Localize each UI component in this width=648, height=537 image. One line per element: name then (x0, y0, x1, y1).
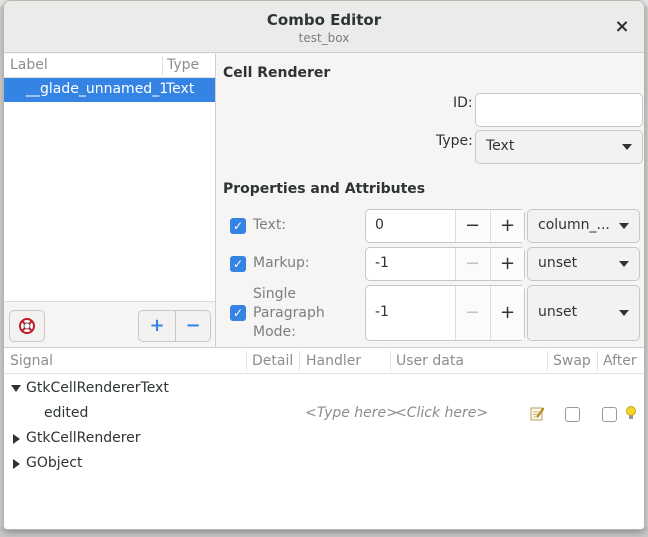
column-header-after[interactable]: After (603, 353, 637, 369)
column-separator (597, 351, 598, 371)
markup-increment-button[interactable]: + (490, 248, 524, 280)
list-header: Label Type (4, 54, 215, 78)
minus-icon: − (185, 315, 201, 336)
single-paragraph-checkbox[interactable]: ✓ (230, 305, 246, 321)
single-paragraph-decrement-button[interactable]: − (455, 286, 489, 340)
remove-item-button[interactable]: − (175, 310, 211, 342)
edit-icon[interactable] (530, 406, 544, 421)
markup-decrement-button[interactable]: − (455, 248, 489, 280)
after-checkbox[interactable] (602, 407, 617, 422)
column-header-user-data[interactable]: User data (396, 353, 464, 369)
signal-group-row[interactable]: GtkCellRenderer (4, 426, 644, 451)
signals-table: Signal Detail Handler User data Swap Aft… (4, 347, 644, 529)
cell-renderer-heading: Cell Renderer (223, 65, 331, 81)
close-button[interactable]: × (610, 15, 634, 39)
column-separator (299, 351, 300, 371)
markup-attribute-combo[interactable]: unset (527, 247, 640, 281)
text-attribute-combo[interactable]: column_... (527, 209, 640, 243)
text-property-spinbutton[interactable]: 0 − + (365, 209, 525, 243)
close-icon: × (614, 16, 630, 37)
column-separator (246, 351, 247, 371)
single-paragraph-attribute-value: unset (538, 304, 578, 320)
single-paragraph-increment-button[interactable]: + (490, 286, 524, 340)
markup-property-checkbox[interactable]: ✓ (230, 256, 246, 272)
text-decrement-button[interactable]: − (455, 210, 489, 242)
properties-heading: Properties and Attributes (223, 181, 426, 197)
single-paragraph-attribute-combo[interactable]: unset (527, 285, 640, 341)
column-separator (547, 351, 548, 371)
add-item-button[interactable]: + (138, 310, 176, 342)
column-header-detail[interactable]: Detail (252, 353, 293, 369)
combo-editor-dialog: Combo Editor test_box × Label Type __gla… (3, 0, 645, 530)
single-paragraph-label: Single Paragraph Mode: (253, 286, 325, 340)
list-item-label: __glade_unnamed_1 (26, 81, 169, 97)
type-combo-value: Text (486, 138, 515, 154)
item-list-pane: Label Type __glade_unnamed_1 Text + − (4, 54, 216, 347)
signal-name: edited (44, 405, 89, 421)
expander-open-icon[interactable] (11, 385, 21, 392)
swap-checkbox[interactable] (565, 407, 580, 422)
markup-property-value: -1 (375, 255, 389, 271)
text-property-checkbox[interactable]: ✓ (230, 218, 246, 234)
column-header-label[interactable]: Label (10, 57, 48, 73)
column-separator (390, 351, 391, 371)
title-bar[interactable]: Combo Editor test_box × (4, 1, 644, 53)
chevron-down-icon (619, 223, 629, 229)
single-paragraph-spinbutton[interactable]: -1 − + (365, 285, 525, 341)
id-label: ID: (453, 95, 473, 111)
signal-group-row[interactable]: GtkCellRendererText (4, 376, 644, 401)
column-header-signal[interactable]: Signal (10, 353, 53, 369)
list-toolbar: + − (4, 301, 215, 347)
signal-group-row[interactable]: GObject (4, 451, 644, 476)
lightbulb-icon (626, 406, 636, 419)
chevron-down-icon (619, 261, 629, 267)
column-separator (162, 56, 163, 76)
markup-property-label: Markup: (253, 255, 310, 271)
signal-row[interactable]: edited <Type here> <Click here> (4, 401, 644, 426)
type-combo[interactable]: Text (475, 130, 643, 164)
markup-attribute-value: unset (538, 255, 578, 271)
lifebuoy-icon (19, 318, 35, 334)
user-data-placeholder[interactable]: <Click here> (395, 405, 488, 421)
handler-placeholder[interactable]: <Type here> (305, 405, 398, 421)
signal-group-name: GObject (26, 455, 83, 471)
plus-icon: + (149, 315, 165, 336)
properties-pane: Cell Renderer ID: Type: Text Properties … (217, 54, 644, 347)
help-button[interactable] (9, 310, 45, 342)
text-increment-button[interactable]: + (490, 210, 524, 242)
chevron-down-icon (619, 310, 629, 316)
id-field[interactable] (475, 93, 643, 127)
window-title: Combo Editor (266, 11, 382, 29)
signals-header: Signal Detail Handler User data Swap Aft… (4, 348, 644, 374)
text-attribute-value: column_... (538, 217, 610, 233)
signal-group-name: GtkCellRendererText (26, 380, 169, 396)
signal-group-name: GtkCellRenderer (26, 430, 141, 446)
text-property-value: 0 (375, 217, 384, 233)
expander-closed-icon[interactable] (13, 459, 20, 469)
column-header-handler[interactable]: Handler (306, 353, 361, 369)
chevron-down-icon (622, 144, 632, 150)
list-item-type: Text (166, 81, 195, 97)
text-property-label: Text: (253, 217, 287, 233)
window-subtitle: test_box (298, 31, 350, 45)
type-label: Type: (436, 133, 473, 149)
single-paragraph-value: -1 (375, 304, 389, 320)
list-item[interactable]: __glade_unnamed_1 Text (4, 78, 215, 102)
expander-closed-icon[interactable] (13, 434, 20, 444)
markup-property-spinbutton[interactable]: -1 − + (365, 247, 525, 281)
column-header-swap[interactable]: Swap (553, 353, 591, 369)
column-header-type[interactable]: Type (167, 57, 199, 73)
